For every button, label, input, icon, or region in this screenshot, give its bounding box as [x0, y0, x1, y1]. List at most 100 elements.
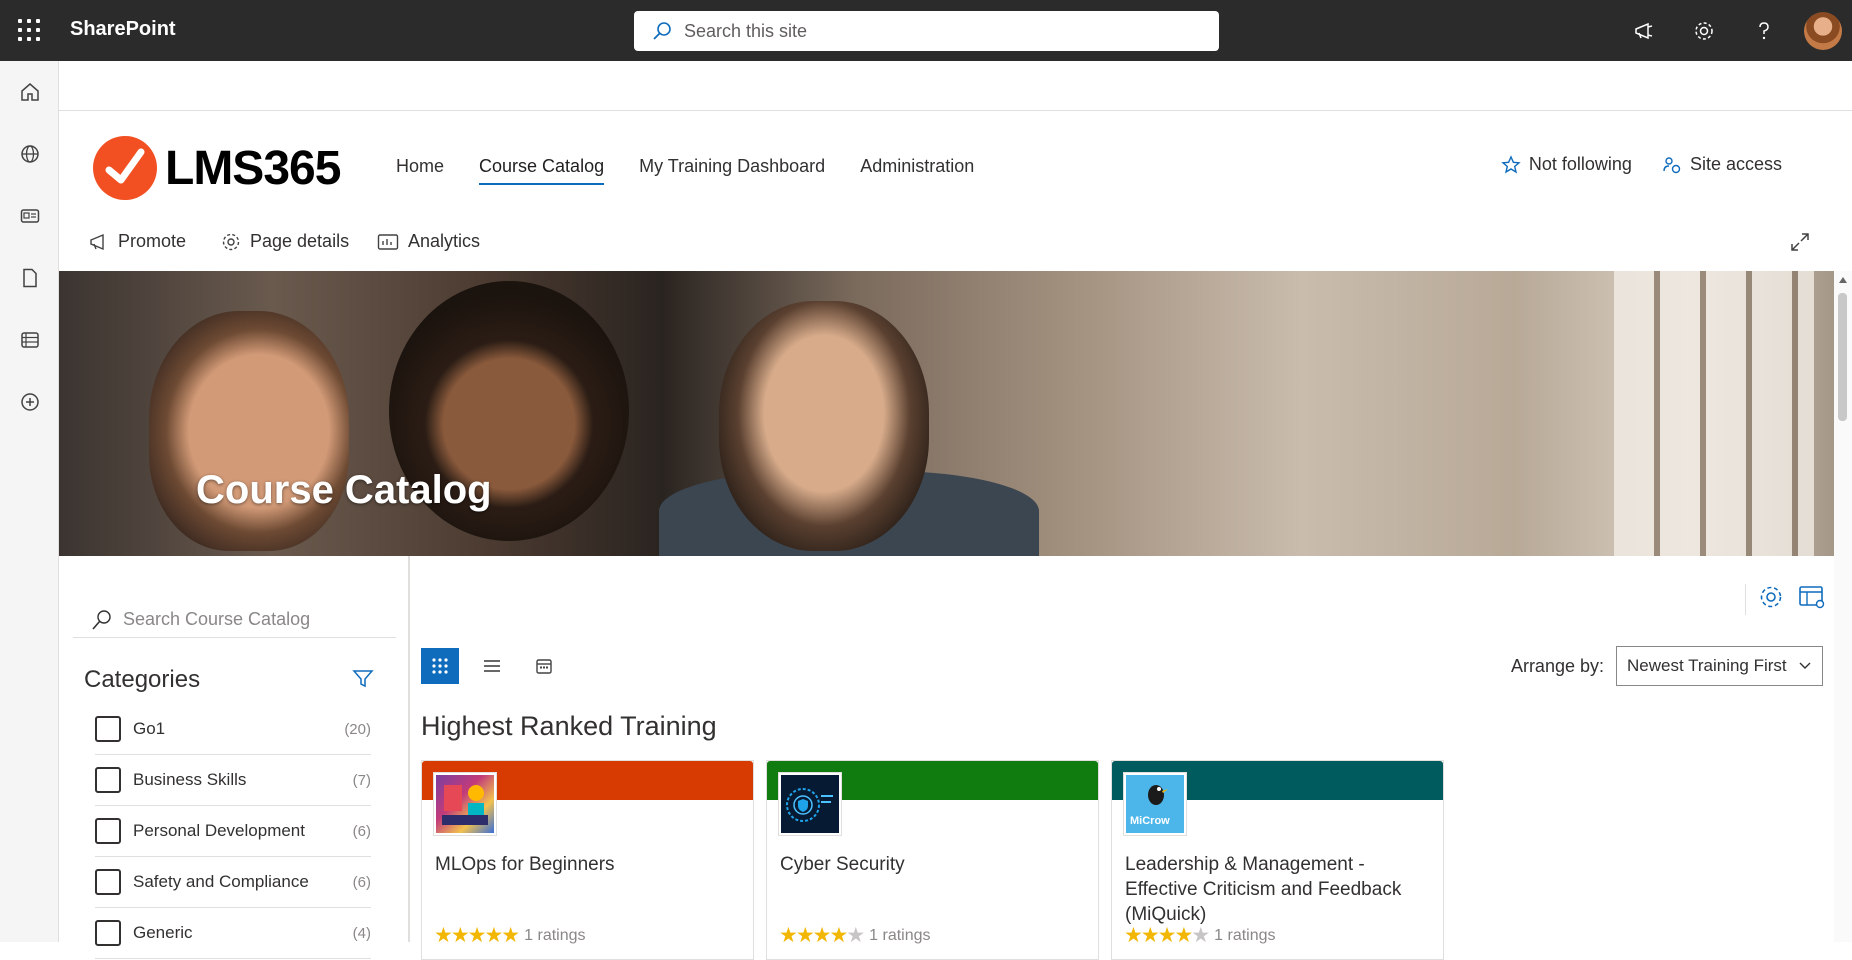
category-name: Generic	[133, 923, 193, 942]
layout-settings-icon[interactable]	[1798, 584, 1826, 615]
calendar-icon	[536, 659, 552, 674]
filter-icon[interactable]	[352, 668, 374, 697]
chevron-down-icon	[1799, 662, 1811, 669]
category-checkbox[interactable]	[95, 818, 121, 844]
add-circle-icon[interactable]	[0, 371, 59, 433]
grid-view-button[interactable]	[421, 648, 459, 684]
page-command-bar: Promote Page details Analytics	[59, 221, 1852, 271]
analytics-button[interactable]: Analytics	[377, 231, 480, 252]
nav-home[interactable]: Home	[396, 156, 444, 185]
category-count: (7)	[352, 771, 371, 789]
course-rating: ★★★★★ 1 ratings	[779, 925, 931, 946]
app-name[interactable]: SharePoint	[70, 18, 176, 41]
home-icon[interactable]	[0, 61, 59, 123]
nav-my-training-dashboard[interactable]: My Training Dashboard	[639, 156, 825, 185]
course-title[interactable]: MLOps for Beginners	[435, 852, 740, 877]
search-icon	[92, 609, 111, 630]
calendar-view-button[interactable]	[525, 648, 563, 684]
nav-course-catalog[interactable]: Course Catalog	[479, 156, 605, 185]
app-launcher-icon[interactable]	[18, 19, 40, 41]
category-checkbox[interactable]	[95, 920, 121, 946]
news-icon[interactable]	[0, 185, 59, 247]
catalog-search-input[interactable]: Search Course Catalog	[73, 602, 396, 638]
catalog-filter-panel: Search Course Catalog Categories Go1 (20…	[59, 556, 410, 959]
category-checkbox[interactable]	[95, 869, 121, 895]
list-icon	[484, 660, 500, 672]
suite-bar: SharePoint Search this site	[0, 0, 1852, 61]
arrange-by: Arrange by: Newest Training First	[1511, 646, 1823, 686]
course-card[interactable]: Cyber Security ★★★★★ 1 ratings	[766, 760, 1099, 960]
category-name: Safety and Compliance	[133, 872, 309, 891]
arrange-dropdown[interactable]: Newest Training First	[1616, 646, 1823, 686]
top-spacer	[59, 61, 1852, 111]
course-thumbnail-text: MiCrow	[1130, 815, 1170, 827]
course-title[interactable]: Cyber Security	[780, 852, 1085, 877]
course-thumbnail	[434, 773, 496, 835]
star-icon	[1501, 154, 1521, 173]
hero-window-image	[1614, 271, 1814, 556]
course-card[interactable]: MiCrow Leadership & Management - Effecti…	[1111, 760, 1444, 960]
people-settings-icon	[1663, 156, 1681, 173]
category-checkbox[interactable]	[95, 716, 121, 742]
help-icon[interactable]	[1734, 0, 1794, 61]
page-details-button[interactable]: Page details	[221, 231, 349, 252]
list-view-button[interactable]	[473, 648, 511, 684]
star-rating-icon: ★★★★★	[434, 924, 520, 947]
webpart-settings-icon[interactable]	[1758, 584, 1784, 615]
site-logo[interactable]: LMS365	[93, 136, 341, 200]
course-card[interactable]: MLOps for Beginners ★★★★★ 1 ratings	[421, 760, 754, 960]
page-scrollbar[interactable]	[1834, 271, 1852, 942]
category-count: (6)	[352, 822, 371, 840]
category-item[interactable]: Personal Development (6)	[95, 806, 371, 857]
site-access-button[interactable]: Site access	[1662, 154, 1782, 175]
category-item[interactable]: Generic (4)	[95, 908, 371, 959]
catalog-search-placeholder: Search Course Catalog	[123, 609, 311, 629]
category-name: Go1	[133, 719, 166, 738]
category-list: Go1 (20) Business Skills (7) Personal De…	[95, 704, 371, 959]
course-thumbnail	[779, 773, 841, 835]
follow-button[interactable]: Not following	[1501, 154, 1632, 175]
category-item[interactable]: Go1 (20)	[95, 704, 371, 755]
categories-heading: Categories	[84, 666, 384, 694]
logo-text: LMS365	[165, 141, 341, 195]
categories-heading-label: Categories	[84, 666, 201, 693]
category-checkbox[interactable]	[95, 767, 121, 793]
course-title[interactable]: Leadership & Management - Effective Crit…	[1125, 852, 1430, 927]
arrange-selected: Newest Training First	[1627, 656, 1787, 675]
course-rating: ★★★★★ 1 ratings	[434, 925, 586, 946]
nav-administration[interactable]: Administration	[860, 156, 974, 185]
megaphone-icon[interactable]	[1614, 0, 1674, 61]
catalog-main: Arrange by: Newest Training First Highes…	[410, 556, 1834, 960]
category-item[interactable]: Safety and Compliance (6)	[95, 857, 371, 908]
globe-icon[interactable]	[0, 123, 59, 185]
follow-label: Not following	[1528, 154, 1632, 174]
expand-icon[interactable]	[1789, 231, 1811, 253]
gear-icon	[222, 233, 240, 250]
user-avatar[interactable]	[1804, 11, 1842, 50]
hero-banner: Course Catalog	[59, 271, 1834, 556]
course-thumbnail: MiCrow	[1124, 773, 1186, 835]
page-title: Course Catalog	[196, 468, 492, 512]
hero-person-image	[719, 301, 929, 551]
site-search-input[interactable]: Search this site	[634, 11, 1219, 51]
document-icon[interactable]	[0, 247, 59, 309]
promote-button[interactable]: Promote	[89, 231, 186, 252]
category-count: (20)	[344, 720, 371, 738]
analytics-label: Analytics	[408, 231, 481, 251]
logo-check-icon	[93, 136, 157, 200]
search-icon	[653, 22, 671, 40]
category-name: Business Skills	[133, 770, 247, 789]
list-icon[interactable]	[0, 309, 59, 371]
star-rating-icon: ★★★★★	[1124, 924, 1210, 947]
category-item[interactable]: Business Skills (7)	[95, 755, 371, 806]
site-search-placeholder: Search this site	[684, 20, 808, 41]
settings-gear-icon[interactable]	[1674, 0, 1734, 61]
scrollbar-thumb[interactable]	[1838, 293, 1847, 421]
scroll-up-icon[interactable]	[1839, 277, 1847, 283]
arrange-label: Arrange by:	[1510, 655, 1604, 676]
megaphone-icon	[90, 233, 104, 250]
course-rating: ★★★★★ 1 ratings	[1124, 925, 1276, 946]
analytics-icon	[377, 233, 399, 250]
promote-label: Promote	[118, 231, 187, 251]
site-nav: Home Course Catalog My Training Dashboar…	[396, 156, 974, 185]
